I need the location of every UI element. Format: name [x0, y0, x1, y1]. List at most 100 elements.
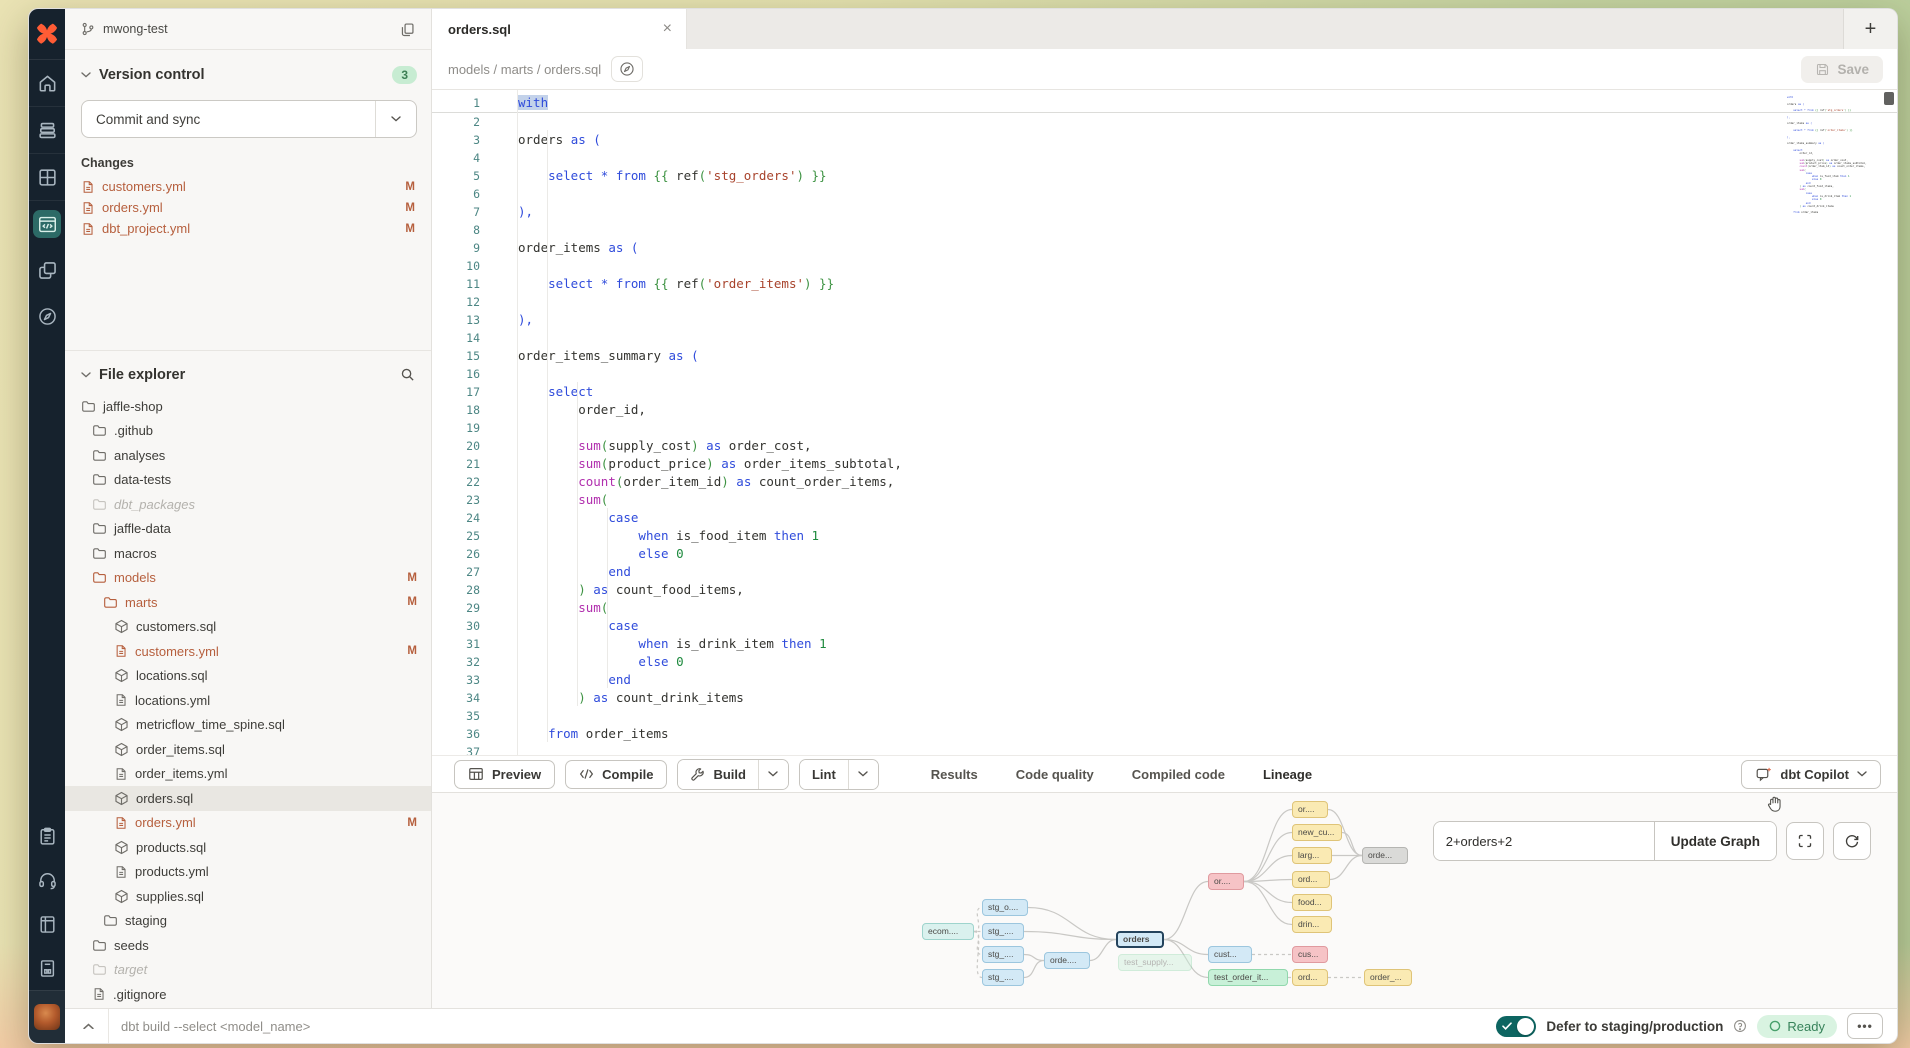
lineage-node-order_c[interactable]: order_... [1364, 969, 1412, 986]
code-line-19[interactable]: 19 [432, 419, 1897, 437]
commit-and-sync-button[interactable]: Commit and sync [81, 100, 417, 138]
user-avatar[interactable] [34, 1004, 60, 1030]
file-tree-item-locations-yml[interactable]: locations.yml [65, 688, 431, 713]
file-search-button[interactable] [398, 365, 417, 384]
file-tree-item-customers-sql[interactable]: customers.sql [65, 615, 431, 640]
lineage-node-stg_o[interactable]: stg_o.... [982, 899, 1028, 916]
code-line-4[interactable]: 4 [432, 149, 1897, 167]
file-tree-item-jaffle-data[interactable]: jaffle-data [65, 517, 431, 542]
user-avatar-cell[interactable] [29, 990, 65, 1043]
file-tree-item-target[interactable]: target [65, 958, 431, 983]
fullscreen-button[interactable] [1786, 822, 1824, 860]
code-line-6[interactable]: 6 [432, 185, 1897, 203]
code-line-17[interactable]: 17 select [432, 383, 1897, 401]
file-tree-item-supplies-sql[interactable]: supplies.sql [65, 884, 431, 909]
lineage-node-drin[interactable]: drin... [1292, 916, 1332, 933]
file-tree-item-metricflow-time-spine-sql[interactable]: metricflow_time_spine.sql [65, 713, 431, 738]
code-line-27[interactable]: 27 end [432, 563, 1897, 581]
code-line-2[interactable]: 2 [432, 113, 1897, 131]
rail-item-environments[interactable] [29, 247, 65, 293]
code-line-31[interactable]: 31 when is_drink_item then 1 [432, 635, 1897, 653]
file-tree-item-orders-yml[interactable]: orders.ymlM [65, 811, 431, 836]
close-tab-icon[interactable]: × [663, 21, 672, 37]
lineage-node-cust[interactable]: cust... [1208, 946, 1252, 963]
commit-options-dropdown[interactable] [375, 101, 416, 137]
file-tree-item-marts[interactable]: martsM [65, 590, 431, 615]
code-line-21[interactable]: 21 sum(product_price) as order_items_sub… [432, 455, 1897, 473]
file-tree-item-macros[interactable]: macros [65, 541, 431, 566]
file-tree-item--github[interactable]: .github [65, 419, 431, 444]
lineage-node-orde_g[interactable]: orde... [1362, 847, 1408, 864]
chevron-down-icon[interactable] [81, 372, 91, 378]
code-line-13[interactable]: 13), [432, 311, 1897, 329]
changed-file-row[interactable]: orders.ymlM [65, 197, 431, 218]
code-line-24[interactable]: 24 case [432, 509, 1897, 527]
save-button[interactable]: Save [1801, 56, 1883, 83]
file-tree-item-products-yml[interactable]: products.yml [65, 860, 431, 885]
code-line-26[interactable]: 26 else 0 [432, 545, 1897, 563]
lineage-node-orders[interactable]: orders [1116, 931, 1164, 948]
code-line-11[interactable]: 11 select * from {{ ref('order_items') }… [432, 275, 1897, 293]
lineage-node-new_cu[interactable]: new_cu... [1292, 824, 1342, 841]
duplicate-tab-button[interactable] [398, 20, 417, 39]
code-line-8[interactable]: 8 [432, 221, 1897, 239]
code-line-30[interactable]: 30 case [432, 617, 1897, 635]
pane-tab-results[interactable]: Results [931, 756, 978, 794]
defer-toggle[interactable] [1496, 1016, 1536, 1037]
lint-button[interactable]: Lint [800, 760, 848, 789]
lineage-selector-input[interactable] [1434, 822, 1654, 860]
code-line-35[interactable]: 35 [432, 707, 1897, 725]
code-line-14[interactable]: 14 [432, 329, 1897, 347]
lineage-node-ord_a[interactable]: ord... [1292, 871, 1330, 888]
rail-item-develop-ide[interactable] [29, 201, 65, 247]
scrollbar-thumb[interactable] [1884, 92, 1894, 105]
expand-command-bar-button[interactable] [79, 1019, 98, 1034]
view-in-lineage-button[interactable] [611, 56, 643, 82]
code-line-28[interactable]: 28 ) as count_food_items, [432, 581, 1897, 599]
file-tree-item-analyses[interactable]: analyses [65, 443, 431, 468]
code-line-34[interactable]: 34 ) as count_drink_items [432, 689, 1897, 707]
file-tree-item-locations-sql[interactable]: locations.sql [65, 664, 431, 689]
rail-item-tasks-clipboard[interactable] [29, 814, 65, 858]
file-tree-item--gitignore[interactable]: .gitignore [65, 982, 431, 1007]
rail-item-projects-stack[interactable] [29, 107, 65, 154]
changed-file-row[interactable]: dbt_project.ymlM [65, 218, 431, 239]
preview-button[interactable]: Preview [454, 760, 555, 789]
lineage-node-ord_b[interactable]: ord... [1292, 969, 1328, 986]
code-line-10[interactable]: 10 [432, 257, 1897, 275]
dbt-copilot-button[interactable]: dbt Copilot [1741, 760, 1881, 789]
refresh-graph-button[interactable] [1833, 822, 1871, 860]
code-line-23[interactable]: 23 sum( [432, 491, 1897, 509]
editor-tab-orders-sql[interactable]: orders.sql × [432, 9, 687, 49]
pane-tab-compiled-code[interactable]: Compiled code [1132, 756, 1225, 794]
file-tree-item-seeds[interactable]: seeds [65, 933, 431, 958]
file-tree-item-orders-sql[interactable]: orders.sql [65, 786, 431, 811]
code-line-33[interactable]: 33 end [432, 671, 1897, 689]
code-line-32[interactable]: 32 else 0 [432, 653, 1897, 671]
code-line-7[interactable]: 7), [432, 203, 1897, 221]
file-tree-item-order-items-sql[interactable]: order_items.sql [65, 737, 431, 762]
code-line-1[interactable]: 1with [432, 94, 1897, 113]
rail-item-home[interactable] [29, 60, 65, 107]
lineage-node-stg_c[interactable]: stg_.... [982, 946, 1024, 963]
file-tree-item-customers-yml[interactable]: customers.ymlM [65, 639, 431, 664]
build-button[interactable]: Build [678, 760, 758, 789]
rail-item-apps-grid[interactable] [29, 154, 65, 201]
lineage-node-or_y[interactable]: or.... [1292, 801, 1328, 818]
rail-item-docs-notebook[interactable] [29, 902, 65, 946]
rail-item-dbt-logo[interactable] [29, 9, 65, 60]
new-tab-button[interactable]: + [1843, 9, 1897, 49]
lineage-node-stg_b[interactable]: stg_.... [982, 923, 1024, 940]
file-tree-item-products-sql[interactable]: products.sql [65, 835, 431, 860]
pane-tab-code-quality[interactable]: Code quality [1016, 756, 1094, 794]
file-tree-item-data-tests[interactable]: data-tests [65, 468, 431, 493]
file-tree-item-dbt-packages[interactable]: dbt_packages [65, 492, 431, 517]
code-line-9[interactable]: 9order_items as ( [432, 239, 1897, 257]
editor-scrollbar[interactable] [1884, 90, 1895, 755]
file-tree-item-jaffle-shop[interactable]: jaffle-shop [65, 394, 431, 419]
code-line-36[interactable]: 36 from order_items [432, 725, 1897, 743]
code-editor[interactable]: 1with23orders as (45 select * from {{ re… [432, 90, 1897, 755]
lint-options-dropdown[interactable] [848, 760, 878, 789]
pane-tab-lineage[interactable]: Lineage [1263, 756, 1312, 794]
rail-item-changelog-kiosk[interactable] [29, 946, 65, 990]
